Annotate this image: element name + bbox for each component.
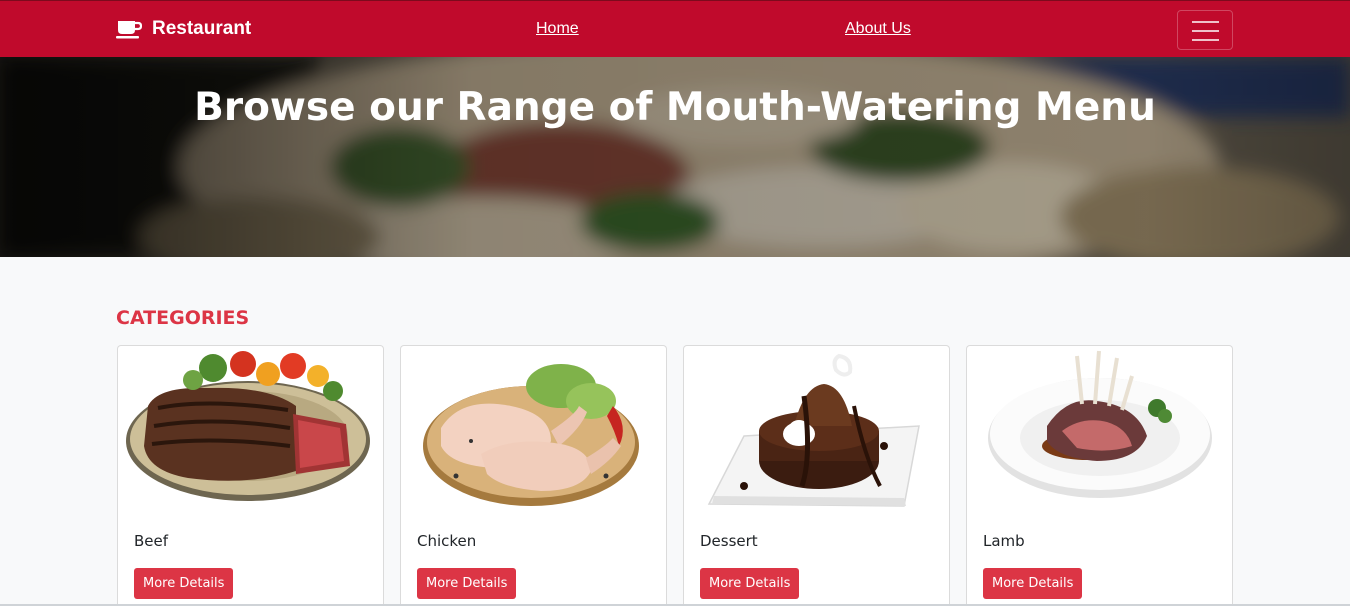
nav-link-about-us[interactable]: About Us [845,20,911,38]
hero-title: Browse our Range of Mouth-Watering Menu [194,85,1156,130]
more-details-button-chicken[interactable]: More Details [417,568,517,599]
categories-heading: CATEGORIES [116,307,250,329]
category-name-chicken: Chicken [417,532,477,550]
category-card-beef: Beef More Details [117,345,384,606]
dessert-image [707,353,920,507]
category-card-chicken: Chicken More Details [400,345,667,606]
more-details-button-lamb[interactable]: More Details [983,568,1083,599]
more-details-button-dessert[interactable]: More Details [700,568,800,599]
hero-banner: Browse our Range of Mouth-Watering Menu [0,57,1350,257]
beef-image [126,351,370,501]
category-name-lamb: Lamb [983,532,1025,550]
coffee-cup-icon [116,19,143,39]
lamb-image [988,350,1212,498]
category-name-beef: Beef [134,532,169,550]
hamburger-menu-icon [1192,21,1219,23]
category-card-dessert: Dessert More Details [683,345,950,606]
navbar: Restaurant Home About Us [0,0,1350,57]
navbar-toggler-button[interactable] [1177,10,1233,50]
nav-link-home[interactable]: Home [536,20,579,38]
category-card-lamb: Lamb More Details [966,345,1233,606]
brand-label: Restaurant [152,18,252,39]
chicken-image [423,364,639,506]
category-name-dessert: Dessert [700,532,758,550]
more-details-button-beef[interactable]: More Details [134,568,234,599]
brand-link[interactable]: Restaurant [116,18,251,40]
